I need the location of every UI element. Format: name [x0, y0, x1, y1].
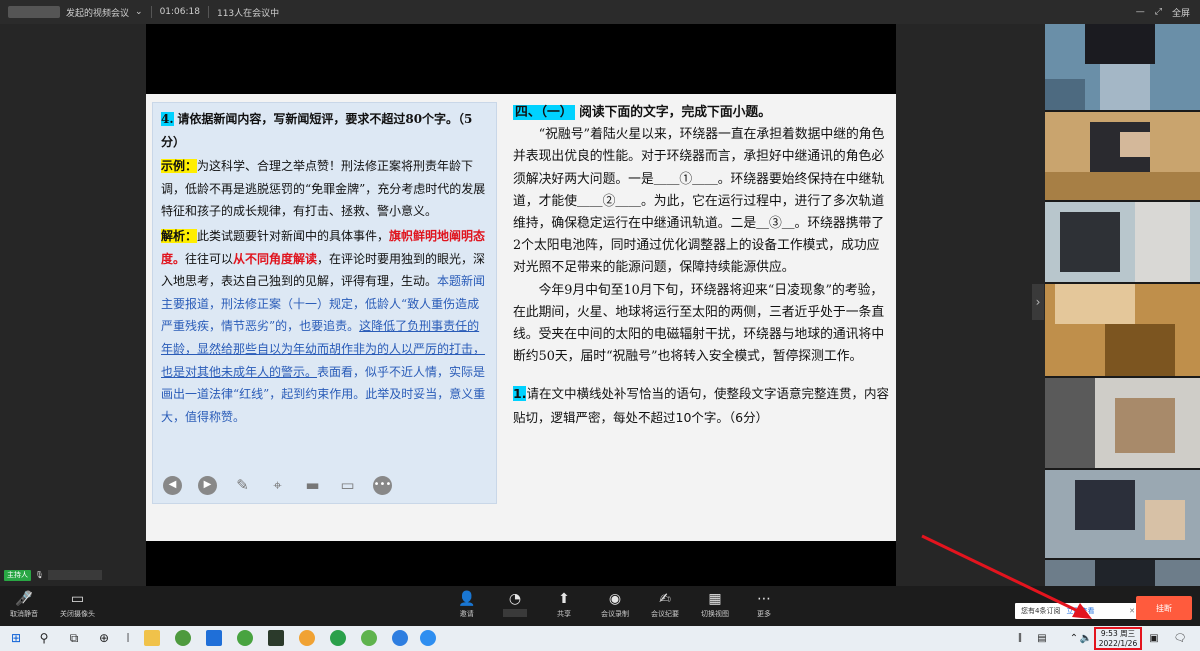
magnifier-icon[interactable]: ⊕ [96, 630, 112, 646]
section-heading: 四、（一） 阅读下面的文字，完成下面小题。 [513, 105, 772, 120]
mic-icon: 🎙 [35, 571, 44, 579]
slide: 4. 请依据新闻内容，写新闻短评，要求不超过80个字。（5分） 示例：为这科学、… [146, 94, 896, 541]
participant-video[interactable] [1045, 378, 1200, 468]
app-icon[interactable] [237, 630, 253, 646]
pen-icon[interactable]: ✎ [233, 476, 252, 495]
record-button[interactable]: ◉ 会议录制 [601, 589, 629, 619]
share-button[interactable]: ⬆ 共享 [557, 589, 571, 619]
answer-panel: 4. 请依据新闻内容，写新闻短评，要求不超过80个字。（5分） 示例：为这科学、… [152, 102, 497, 504]
chevron-down-icon[interactable]: ⌄ [135, 7, 143, 17]
title-bar: 发起的视频会议 ⌄ 01:06:18 113人在会议中 — ⤢ 全屏 [0, 0, 1200, 24]
previous-icon[interactable]: ◀ [163, 476, 182, 495]
meeting-app-icon[interactable] [420, 630, 436, 646]
participant-video[interactable] [1045, 112, 1200, 200]
next-icon[interactable]: ▶ [198, 476, 217, 495]
file-explorer-icon[interactable] [144, 630, 160, 646]
layout-button[interactable]: ▦ 切换视图 [701, 589, 729, 619]
subscription-notice: 您有4条订阅 立即查看 ✕ [1015, 603, 1139, 619]
taskbar: ⊞ ⚲ ⧉ ⊕ | ‖ ▤ ⌃ 🔈 9:53 周三 2022/1/26 ▣ 🗨 [0, 626, 1200, 651]
divider [207, 6, 209, 18]
record-icon: ◉ [608, 591, 622, 607]
reading-panel: 四、（一） 阅读下面的文字，完成下面小题。 “祝融号”着陆火星以来，环绕器一直在… [511, 102, 891, 532]
app-icon[interactable] [206, 630, 222, 646]
manage-members-button[interactable]: ◔ [503, 589, 527, 617]
comment-icon[interactable]: ▭ [338, 476, 357, 495]
shared-screen-area: 4. 请依据新闻内容，写新闻短评，要求不超过80个字。（5分） 示例：为这科学、… [0, 24, 1045, 586]
system-clock[interactable]: 9:53 周三 2022/1/26 [1094, 627, 1142, 650]
participant-video[interactable] [1045, 284, 1200, 376]
participant-video[interactable] [1045, 202, 1200, 282]
host-label: 主持人 🎙 [4, 569, 102, 581]
grid-view-icon: ▦ [708, 591, 722, 607]
more-icon[interactable]: ••• [373, 476, 392, 495]
meeting-title[interactable]: 发起的视频会议 [66, 6, 129, 19]
camera-button[interactable]: ▭ 关闭摄像头 [60, 589, 95, 619]
slide-toolbar: ◀ ▶ ✎ ⌖ ▬ ▭ ••• [163, 476, 392, 495]
app-icon[interactable] [268, 630, 284, 646]
input-method-icon[interactable]: ▣ [1146, 630, 1162, 646]
members-icon: ◔ [508, 591, 522, 607]
app-icon[interactable] [392, 630, 408, 646]
chrome-icon[interactable] [175, 630, 191, 646]
passage-paragraph: “祝融号”着陆火星以来，环绕器一直在承担着数据中继的角色并表现出优良的性能。对于… [513, 127, 885, 276]
meeting-duration: 01:06:18 [159, 7, 200, 17]
participant-gallery[interactable] [1045, 24, 1200, 586]
divider [150, 6, 152, 18]
mute-button[interactable]: 🎤̸ 取消静音 [10, 589, 38, 619]
tray-icon[interactable]: ▤ [1034, 630, 1050, 646]
minutes-icon: ✍ [659, 591, 671, 607]
share-screen-icon: ⬆ [558, 591, 570, 607]
more-icon: ⋯ [757, 591, 771, 607]
view-now-link[interactable]: 立即查看 [1066, 606, 1094, 616]
more-button[interactable]: ⋯ 更多 [757, 589, 771, 619]
passage-paragraph: 今年9月中旬至10月下旬，环绕器将迎来“日凌现象”的考验，在此期间，火星、地球将… [513, 282, 885, 365]
focus-icon[interactable]: ⌖ [268, 476, 287, 495]
app-icon[interactable] [299, 630, 315, 646]
tray-icon[interactable]: ‖ [1012, 630, 1028, 646]
question-1: 1.请在文中横线处补写恰当的语句，使整段文字语意完整连贯，内容贴切，逻辑严密，每… [513, 386, 889, 426]
wechat-icon[interactable] [361, 630, 377, 646]
participant-video[interactable] [1045, 470, 1200, 558]
taskbar-divider: | [126, 633, 130, 643]
fullscreen-button[interactable]: 全屏 [1172, 6, 1190, 19]
video-icon[interactable]: ▬ [303, 476, 322, 495]
host-badge: 主持人 [4, 569, 31, 581]
add-user-icon: 👤 [458, 591, 476, 607]
chevron-right-icon[interactable]: › [1032, 284, 1044, 320]
redacted-host-name [8, 6, 60, 18]
notification-icon[interactable]: 🗨 [1172, 630, 1188, 646]
example-answer: 示例：为这科学、合理之举点赞！刑法修正案将刑责年龄下调，低龄不再是逃脱惩罚的“免… [161, 159, 486, 219]
search-icon[interactable]: ⚲ [36, 630, 52, 646]
question-4: 4. 请依据新闻内容，写新闻短评，要求不超过80个字。（5分） [161, 112, 473, 149]
leave-button[interactable]: 挂断 [1136, 596, 1192, 620]
invite-button[interactable]: 👤 邀请 [458, 589, 475, 619]
camera-icon: ▭ [70, 591, 85, 607]
participant-video[interactable] [1045, 24, 1200, 110]
mic-off-icon: 🎤̸ [15, 591, 33, 607]
task-view-icon[interactable]: ⧉ [66, 630, 82, 646]
app-icon[interactable] [330, 630, 346, 646]
redacted-label [503, 609, 527, 617]
windows-start-icon[interactable]: ⊞ [8, 630, 24, 646]
minimize-icon[interactable]: — [1136, 7, 1145, 17]
participant-count[interactable]: 113人在会议中 [217, 6, 279, 19]
fullscreen-icon[interactable]: ⤢ [1155, 7, 1162, 17]
participant-video[interactable] [1045, 560, 1200, 586]
redacted-host-name [47, 570, 102, 580]
minutes-button[interactable]: ✍ 会议纪要 [651, 589, 679, 619]
volume-icon[interactable]: 🔈 [1078, 630, 1094, 646]
close-icon[interactable]: ✕ [1129, 607, 1135, 615]
analysis: 解析：此类试题要针对新闻中的具体事件，旗帜鲜明地阐明态度。往往可以从不同角度解读… [161, 228, 486, 424]
meeting-toolbar: 🎤̸ 取消静音 ▭ 关闭摄像头 👤 邀请 ◔ ⬆ 共享 ◉ 会议录制 ✍ 会议纪… [0, 586, 1200, 626]
